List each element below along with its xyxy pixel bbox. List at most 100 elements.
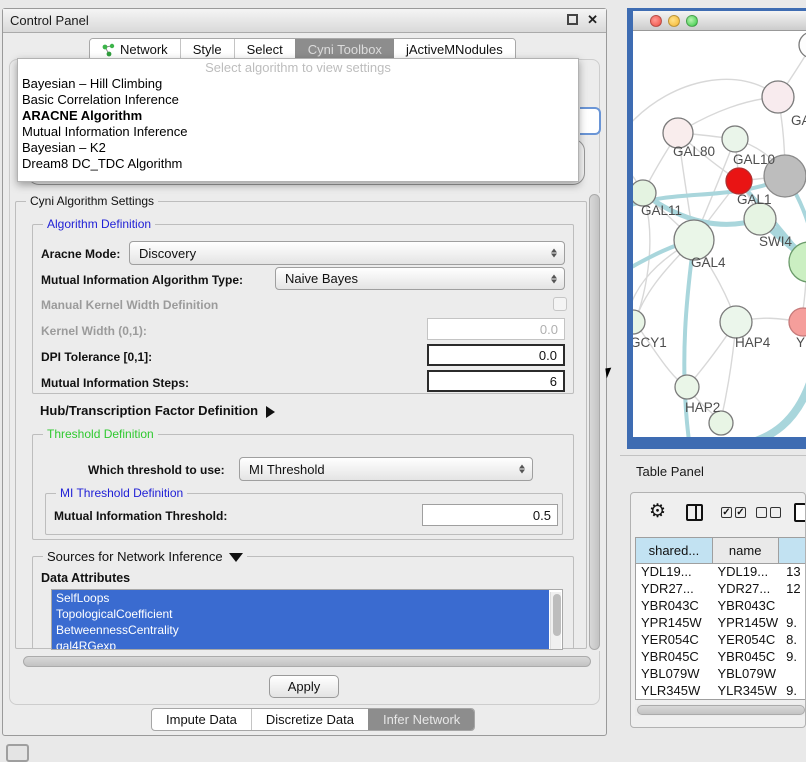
node-table: shared... name YDL19... YDL19... 13 YDR2…	[635, 537, 806, 700]
attribute-item[interactable]: gal4RGexp	[52, 638, 549, 650]
node-hap2[interactable]	[675, 375, 699, 399]
node-unlabeled[interactable]	[799, 32, 806, 58]
node-swi4[interactable]	[744, 203, 776, 235]
table-row[interactable]: YER054C YER054C 8.	[636, 632, 806, 649]
aracne-mode-label: Aracne Mode:	[41, 247, 120, 261]
threshold-definition-group: Threshold Definition Which threshold to …	[32, 434, 574, 540]
column-header-name[interactable]: name	[713, 538, 779, 563]
tab-style[interactable]: Style	[180, 39, 234, 60]
dpi-tolerance-field[interactable]: 0.0	[427, 344, 565, 366]
node-gal4[interactable]	[674, 220, 714, 260]
tab-cyni-toolbox[interactable]: Cyni Toolbox	[295, 39, 394, 60]
table-row[interactable]: YLR345W YLR345W 9.	[636, 683, 806, 700]
algorithm-option[interactable]: Dream8 DC_TDC Algorithm	[18, 156, 578, 172]
node-label: GAL80	[673, 144, 715, 159]
column-header-partial[interactable]	[779, 538, 806, 563]
node-hap4[interactable]	[720, 306, 752, 338]
attribute-item[interactable]: SelfLoops	[52, 590, 549, 606]
kernel-width-field[interactable]: 0.0	[427, 318, 565, 340]
node-label: GAL10	[733, 152, 775, 167]
table-row[interactable]: YPR145W YPR145W 9.	[636, 615, 806, 632]
node-gal7[interactable]	[762, 81, 794, 113]
tab-discretize-data[interactable]: Discretize Data	[251, 709, 368, 730]
export-table-icon[interactable]	[794, 503, 806, 522]
table-row[interactable]: YBR045C YBR045C 9.	[636, 649, 806, 666]
apply-button[interactable]: Apply	[269, 675, 339, 698]
partial-button[interactable]	[6, 744, 29, 762]
table-row[interactable]: YBR043C YBR043C	[636, 598, 806, 615]
cell: YLR345W	[636, 683, 712, 700]
mi-steps-field[interactable]: 6	[427, 370, 565, 392]
panel-divider	[620, 455, 806, 456]
tab-label: Impute Data	[166, 712, 237, 727]
table-row[interactable]: YBL079W YBL079W	[636, 666, 806, 683]
cell: YDL19...	[636, 564, 712, 581]
deselect-all-checkboxes-icon[interactable]	[756, 507, 781, 518]
algorithm-option[interactable]: Bayesian – Hill Climbing	[18, 76, 578, 92]
node-label: Y	[796, 335, 805, 350]
tab-label: Select	[247, 42, 283, 57]
gear-icon[interactable]: ⚙	[649, 502, 666, 521]
cell: 13	[778, 564, 806, 581]
window-title: Control Panel	[3, 13, 89, 28]
attribute-item[interactable]: TopologicalCoefficient	[52, 606, 549, 622]
zoom-traffic-light-icon[interactable]	[686, 15, 698, 27]
node-salmon[interactable]	[789, 308, 806, 336]
attribute-item[interactable]: BetweennessCentrality	[52, 622, 549, 638]
control-panel-window: Control Panel ✕ Network Style Select Cyn…	[2, 8, 607, 736]
mi-algorithm-type-combobox[interactable]: Naive Bayes	[275, 267, 565, 290]
cell	[778, 666, 806, 683]
tab-impute-data[interactable]: Impute Data	[152, 709, 251, 730]
settings-horizontal-scrollbar[interactable]	[21, 655, 593, 668]
hub-definition-toggle[interactable]: Hub/Transcription Factor Definition	[40, 403, 275, 418]
algorithm-option[interactable]: Basic Correlation Inference	[18, 92, 578, 108]
cyni-bottom-tabbar: Impute Data Discretize Data Infer Networ…	[151, 708, 475, 731]
float-window-icon[interactable]	[567, 14, 578, 25]
node-gal10[interactable]	[722, 126, 748, 152]
close-icon[interactable]: ✕	[587, 14, 598, 25]
cell	[778, 598, 806, 615]
table-row[interactable]: YDL19... YDL19... 13	[636, 564, 806, 581]
node-label: GAL	[791, 113, 806, 128]
network-canvas[interactable]: GAL GAL80 GAL10 GAL1 GAL11 SWI4 GAL4 GCY…	[633, 31, 806, 437]
tab-network[interactable]: Network	[90, 39, 180, 60]
node-gcy1[interactable]	[633, 310, 645, 334]
table-row[interactable]: YDR27... YDR27... 12	[636, 581, 806, 598]
table-horizontal-scrollbar[interactable]	[635, 704, 806, 716]
table-header-row: shared... name	[636, 538, 806, 564]
tab-infer-network[interactable]: Infer Network	[368, 709, 474, 730]
settings-vertical-scrollbar[interactable]	[588, 193, 601, 651]
manual-kernel-width-label: Manual Kernel Width Definition	[41, 298, 218, 312]
close-traffic-light-icon[interactable]	[650, 15, 662, 27]
data-attributes-list: SelfLoops TopologicalCoefficient Between…	[51, 589, 563, 650]
cyni-algorithm-settings-group: Cyni Algorithm Settings Algorithm Defini…	[15, 201, 587, 649]
attributes-scrollbar[interactable]	[550, 592, 561, 650]
split-columns-icon[interactable]	[686, 504, 703, 521]
network-window-titlebar[interactable]	[633, 11, 806, 31]
algorithm-option[interactable]: Mutual Information Inference	[18, 124, 578, 140]
tab-jactivemnodules[interactable]: jActiveMNodules	[394, 39, 515, 60]
sources-toggle[interactable]: Sources for Network Inference	[43, 549, 247, 564]
select-all-checkboxes-icon[interactable]	[721, 507, 746, 518]
column-header-shared-name[interactable]: shared...	[636, 538, 713, 563]
combobox-value: Naive Bayes	[285, 271, 358, 286]
manual-kernel-width-checkbox[interactable]	[553, 297, 567, 311]
control-panel-titlebar: Control Panel ✕	[3, 9, 606, 33]
cell: 8.	[778, 632, 806, 649]
algorithm-option[interactable]: Bayesian – K2	[18, 140, 578, 156]
combobox-value: Discovery	[139, 246, 196, 261]
algorithm-option-selected[interactable]: ARACNE Algorithm	[18, 108, 578, 124]
group-title: Cyni Algorithm Settings	[26, 194, 158, 208]
node-label: SWI4	[759, 234, 792, 249]
group-title: Algorithm Definition	[43, 217, 155, 231]
focused-combobox-fragment[interactable]	[580, 107, 601, 135]
aracne-mode-combobox[interactable]: Discovery	[129, 241, 565, 265]
node-label: GCY1	[633, 335, 667, 350]
which-threshold-combobox[interactable]: MI Threshold	[239, 457, 533, 481]
network-icon	[102, 43, 115, 57]
network-view-window: GAL GAL80 GAL10 GAL1 GAL11 SWI4 GAL4 GCY…	[627, 8, 806, 449]
minimize-traffic-light-icon[interactable]	[668, 15, 680, 27]
node-gal1[interactable]	[726, 168, 752, 194]
mi-threshold-field[interactable]: 0.5	[422, 504, 558, 526]
tab-select[interactable]: Select	[234, 39, 295, 60]
